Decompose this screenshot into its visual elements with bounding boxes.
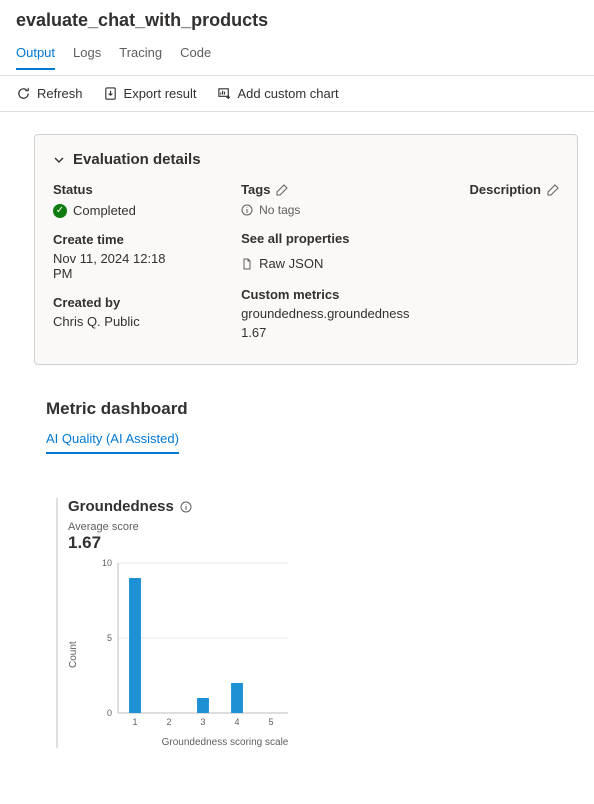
status-label: Status [53,182,181,197]
create-time-label: Create time [53,232,181,247]
svg-text:5: 5 [268,717,273,727]
tags-label: Tags [241,182,270,197]
info-icon [241,204,253,216]
add-chart-icon [217,86,232,101]
details-title: Evaluation details [73,151,201,168]
svg-text:2: 2 [166,717,171,727]
refresh-label: Refresh [37,86,83,101]
page-title: evaluate_chat_with_products [0,0,594,39]
svg-text:3: 3 [200,717,205,727]
tab-code[interactable]: Code [180,39,211,70]
avg-score-label: Average score [68,521,356,533]
chart-title: Groundedness [68,498,174,515]
groundedness-card: Groundedness Average score 1.67 Count 0 5… [56,498,356,748]
status-value: Completed [73,203,136,218]
create-time-value: Nov 11, 2024 12:18 PM [53,251,181,281]
add-chart-label: Add custom chart [238,86,339,101]
svg-text:1: 1 [132,717,137,727]
created-by-label: Created by [53,295,181,310]
custom-metric-value: 1.67 [241,325,409,340]
dashboard-subtabs: AI Quality (AI Assisted) [0,427,594,454]
evaluation-details-card: Evaluation details Status ✓ Completed Cr… [34,134,578,365]
y-axis-label: Count [68,641,79,668]
raw-json-link[interactable]: Raw JSON [241,256,409,271]
info-icon[interactable] [180,501,192,513]
export-icon [103,86,118,101]
subtab-ai-quality[interactable]: AI Quality (AI Assisted) [46,427,179,454]
groundedness-chart: 0 5 10 1 2 3 4 5 [94,553,294,733]
edit-icon[interactable] [276,184,288,196]
svg-text:5: 5 [107,633,112,643]
tab-tracing[interactable]: Tracing [119,39,162,70]
svg-text:10: 10 [102,558,112,568]
refresh-button[interactable]: Refresh [16,86,83,101]
check-icon: ✓ [53,204,67,218]
refresh-icon [16,86,31,101]
details-header[interactable]: Evaluation details [53,151,559,168]
metric-dashboard-title: Metric dashboard [46,399,594,419]
created-by-value: Chris Q. Public [53,314,181,329]
description-label-row: Description [469,182,559,197]
raw-json-label: Raw JSON [259,256,323,271]
tags-value: No tags [259,203,300,217]
add-chart-button[interactable]: Add custom chart [217,86,339,101]
svg-text:0: 0 [107,708,112,718]
tab-logs[interactable]: Logs [73,39,101,70]
tabs: Output Logs Tracing Code [0,39,594,71]
custom-metrics-label: Custom metrics [241,287,409,302]
edit-icon[interactable] [547,184,559,196]
file-icon [241,258,253,270]
svg-text:4: 4 [234,717,239,727]
description-label: Description [469,182,541,197]
see-all-properties[interactable]: See all properties [241,231,409,246]
custom-metric-name: groundedness.groundedness [241,306,409,321]
tab-output[interactable]: Output [16,39,55,70]
export-button[interactable]: Export result [103,86,197,101]
toolbar: Refresh Export result Add custom chart [0,75,594,112]
export-label: Export result [124,86,197,101]
tags-label-row: Tags [241,182,409,197]
x-axis-label: Groundedness scoring scale [94,737,356,748]
chevron-down-icon [53,154,65,166]
avg-score-value: 1.67 [68,533,356,553]
